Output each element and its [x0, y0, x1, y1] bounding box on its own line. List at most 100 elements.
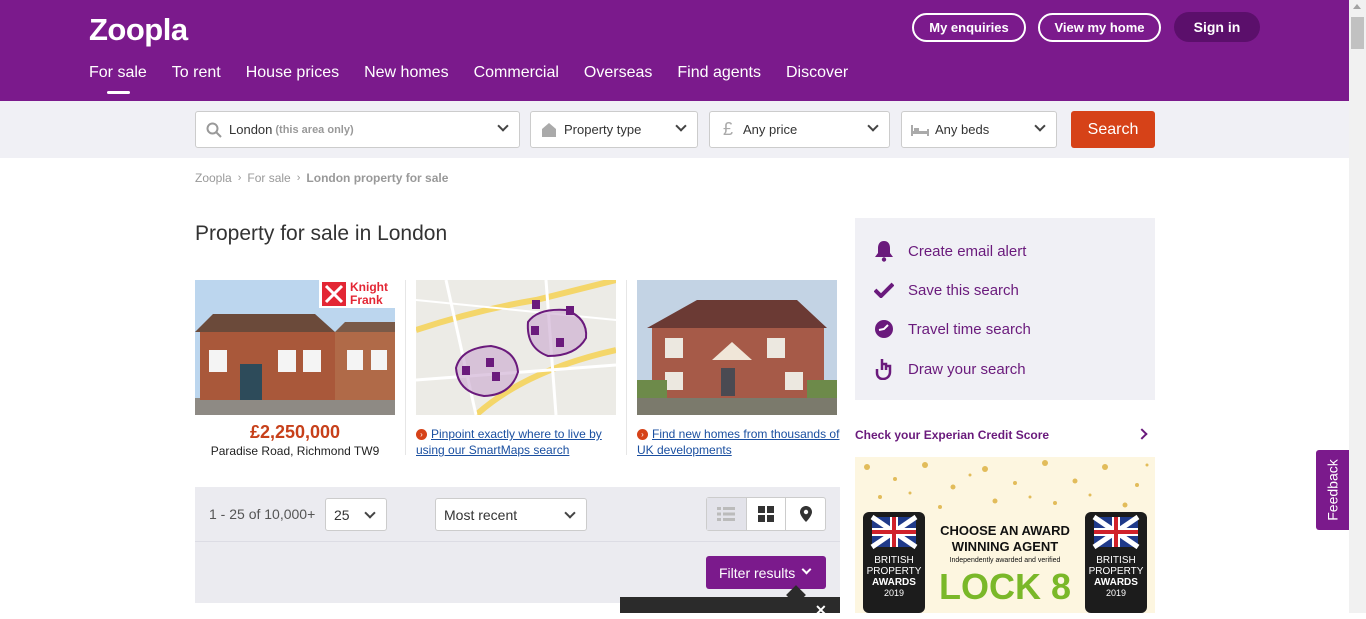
- view-toggle: [706, 497, 826, 531]
- per-page-select[interactable]: 25: [325, 498, 387, 531]
- chevron-right-icon: ›: [637, 429, 648, 441]
- divider: [195, 541, 840, 542]
- save-search-button[interactable]: Save this search: [873, 279, 1019, 301]
- per-page-value: 25: [334, 506, 350, 523]
- chevron-down-icon: [1034, 120, 1046, 132]
- bell-icon: [873, 240, 895, 262]
- checkmark-icon: [873, 279, 895, 301]
- badge-line1: BRITISH: [874, 555, 914, 566]
- chevron-right-icon: ›: [237, 172, 242, 184]
- chevron-right-icon: ›: [296, 172, 301, 184]
- chevron-down-icon: [867, 120, 879, 132]
- nav-to-rent[interactable]: To rent: [172, 64, 221, 82]
- nav-find-agents[interactable]: Find agents: [677, 64, 761, 82]
- badge-year: 2019: [883, 588, 905, 598]
- my-enquiries-button[interactable]: My enquiries: [912, 13, 1026, 42]
- new-homes-link[interactable]: › Find new homes from thousands of UK dev…: [637, 426, 842, 458]
- list-view-button[interactable]: [707, 498, 747, 530]
- badge-line3: AWARDS: [1094, 577, 1138, 588]
- location-hint: (this area only): [275, 123, 354, 136]
- pound-icon: £: [722, 119, 733, 139]
- featured-address: Paradise Road, Richmond TW9: [210, 444, 380, 458]
- ad-headline-2: WINNING AGENT: [951, 539, 1059, 554]
- search-bar: London (this area only) Property type £ …: [0, 101, 1349, 158]
- nav-house-prices[interactable]: House prices: [246, 64, 339, 82]
- featured-price[interactable]: £2,250,000: [195, 422, 395, 443]
- feedback-tab[interactable]: Feedback: [1316, 450, 1349, 530]
- experian-credit-link[interactable]: Check your Experian Credit Score: [855, 428, 1155, 442]
- chevron-down-icon: [497, 120, 509, 132]
- property-type-value: Property type: [564, 122, 642, 137]
- grid-icon: [758, 506, 774, 522]
- travel-time-search-button[interactable]: Travel time search: [873, 318, 1031, 340]
- badge-line2: PROPERTY: [866, 566, 922, 577]
- sort-select[interactable]: Most recent: [435, 498, 587, 531]
- knight-frank-logo: Knight Frank: [319, 280, 395, 308]
- view-my-home-button[interactable]: View my home: [1038, 13, 1161, 42]
- badge-line1: BRITISH: [1096, 555, 1136, 566]
- new-homes-image[interactable]: [637, 280, 837, 415]
- breadcrumb-for-sale[interactable]: For sale: [247, 171, 290, 185]
- bed-icon: [911, 121, 929, 139]
- draw-search-button[interactable]: Draw your search: [873, 358, 1026, 380]
- property-type-select[interactable]: Property type: [530, 111, 698, 148]
- chevron-down-icon: [801, 564, 812, 575]
- clock-icon: [873, 318, 895, 340]
- nav-new-homes[interactable]: New homes: [364, 64, 448, 82]
- price-value: Any price: [743, 122, 798, 137]
- create-email-alert-button[interactable]: Create email alert: [873, 240, 1026, 262]
- scrollbar-thumb[interactable]: [1351, 17, 1364, 49]
- nav-discover[interactable]: Discover: [786, 64, 848, 82]
- results-toolbar: 1 - 25 of 10,000+ 25 Most recent Filter …: [195, 487, 840, 603]
- featured-property-image[interactable]: Knight Frank: [195, 280, 395, 415]
- list-icon: [717, 507, 736, 521]
- sign-in-button[interactable]: Sign in: [1174, 12, 1260, 42]
- house-icon: [540, 121, 558, 139]
- badge-line3: AWARDS: [872, 577, 916, 588]
- chevron-down-icon: [364, 507, 376, 519]
- page-title: Property for sale in London: [195, 222, 448, 245]
- nav-overseas[interactable]: Overseas: [584, 64, 652, 82]
- union-flag-icon: [870, 514, 918, 550]
- draw-hand-icon: [873, 358, 895, 380]
- divider: [405, 280, 406, 455]
- scroll-up-arrow-icon[interactable]: [1353, 4, 1361, 9]
- nav-for-sale[interactable]: For sale: [89, 64, 147, 94]
- price-select[interactable]: £ Any price: [709, 111, 890, 148]
- divider: [626, 280, 627, 455]
- nav-commercial[interactable]: Commercial: [474, 64, 559, 82]
- zoopla-logo[interactable]: Zoopla: [89, 12, 188, 48]
- map-view-button[interactable]: [786, 498, 825, 530]
- beds-value: Any beds: [935, 122, 990, 137]
- sort-value: Most recent: [444, 506, 518, 523]
- search-button[interactable]: Search: [1071, 111, 1155, 148]
- beds-select[interactable]: Any beds: [901, 111, 1057, 148]
- badge-line2: PROPERTY: [1088, 566, 1144, 577]
- lock8-advert[interactable]: BRITISH PROPERTY AWARDS 2019 BRITISH PRO…: [855, 457, 1155, 613]
- chevron-down-icon: [564, 507, 576, 519]
- scrollbar[interactable]: [1349, 0, 1366, 613]
- smartmaps-link[interactable]: › Pinpoint exactly where to live by using…: [416, 426, 621, 458]
- chevron-down-icon: [675, 120, 687, 132]
- chevron-right-icon: ›: [416, 429, 427, 441]
- smartmaps-image[interactable]: [416, 280, 616, 415]
- ad-brand: LOCK 8: [938, 566, 1071, 607]
- close-icon[interactable]: ✕: [815, 602, 827, 619]
- search-icon: [205, 121, 223, 139]
- breadcrumb-zoopla[interactable]: Zoopla: [195, 171, 232, 185]
- agent-name-line2: Frank: [350, 293, 383, 307]
- filter-results-button[interactable]: Filter results: [706, 556, 826, 589]
- tooltip-popup: [620, 597, 840, 613]
- location-input[interactable]: London (this area only): [195, 111, 520, 148]
- chevron-right-icon: [1136, 428, 1148, 440]
- breadcrumb: Zoopla › For sale › London property for …: [195, 171, 448, 185]
- filter-results-label: Filter results: [719, 564, 796, 581]
- results-count: 1 - 25 of 10,000+: [209, 506, 316, 522]
- breadcrumb-current: London property for sale: [306, 171, 449, 185]
- ad-headline-1: CHOOSE AN AWARD: [940, 523, 1070, 538]
- site-header: Zoopla My enquiries View my home Sign in…: [0, 0, 1349, 101]
- grid-view-button[interactable]: [747, 498, 787, 530]
- main-nav: For sale To rent House prices New homes …: [89, 64, 873, 94]
- badge-year: 2019: [1105, 588, 1127, 598]
- search-actions-panel: Create email alert Save this search Trav…: [855, 218, 1155, 400]
